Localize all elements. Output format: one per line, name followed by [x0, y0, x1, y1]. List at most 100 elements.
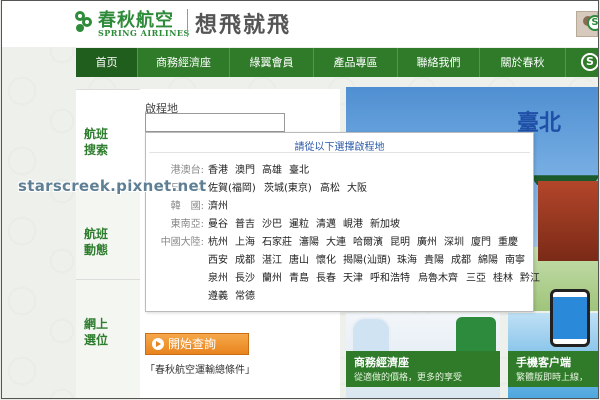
- city-option[interactable]: 瀋陽: [299, 235, 319, 251]
- city-option[interactable]: 高雄: [262, 163, 282, 179]
- nav-item-business-economy[interactable]: 商務經濟座: [138, 48, 230, 77]
- tab-label-line: 航班: [84, 127, 109, 141]
- city-option[interactable]: 廣州: [417, 235, 437, 251]
- city-option[interactable]: 香港: [208, 163, 228, 179]
- city-option[interactable]: 成都: [451, 253, 471, 269]
- city-option[interactable]: 上海: [235, 235, 255, 251]
- city-option[interactable]: 大連: [326, 235, 346, 251]
- city-option[interactable]: 茨城(東京): [264, 181, 312, 197]
- region-label: 中國大陸:: [160, 237, 204, 248]
- region-label: 韓 國:: [170, 201, 204, 212]
- watermark: starscreek.pixnet.net: [18, 177, 207, 195]
- phone-screen-illustration: [553, 297, 587, 339]
- spring-logo-icon[interactable]: [72, 9, 94, 33]
- city-option[interactable]: 清邁: [316, 217, 336, 233]
- nav-item-home[interactable]: 首页: [76, 48, 138, 77]
- brand-slogan: 想飛就飛: [195, 12, 292, 38]
- nav-item-products[interactable]: 產品專區: [314, 48, 398, 77]
- city-option[interactable]: 青島: [289, 271, 309, 287]
- search-button[interactable]: 開始查詢: [145, 333, 249, 355]
- city-option[interactable]: 沙巴: [262, 217, 282, 233]
- city-option[interactable]: 南寧: [505, 253, 525, 269]
- city-option[interactable]: 暹粒: [289, 217, 309, 233]
- city-option[interactable]: 長春: [316, 271, 336, 287]
- business-promo-subtitle: 從適做的價格，更多的享受: [354, 373, 463, 383]
- play-arrow-icon: [152, 338, 164, 350]
- nav-s-icon[interactable]: S: [581, 53, 598, 71]
- depart-field[interactable]: [145, 113, 285, 132]
- tab-flight-status[interactable]: 航班 動態: [76, 189, 140, 279]
- region-row: 西安 成都 湛江 唐山 懷化 揭陽(汕頭) 珠海 貴陽 成都 綿陽 南寧: [146, 253, 531, 269]
- city-option[interactable]: 常德: [235, 289, 255, 305]
- city-option[interactable]: 廈門: [471, 235, 491, 251]
- city-option[interactable]: 澳門: [235, 163, 255, 179]
- logo-english-name[interactable]: SPRING AIRLINES: [98, 28, 190, 38]
- city-option[interactable]: 天津: [343, 271, 363, 287]
- city-option[interactable]: 峴港: [343, 217, 363, 233]
- city-option[interactable]: 蘭州: [262, 271, 282, 287]
- city-option[interactable]: 黔江: [520, 271, 540, 287]
- region-row: 中國大陸: 杭州 上海 石家莊 瀋陽 大連 哈爾濱 昆明 廣州 深圳 廈門 重慶: [146, 235, 531, 251]
- tab-online-seat[interactable]: 網上 選位: [76, 279, 140, 398]
- business-promo-title[interactable]: 商務經濟座: [354, 354, 409, 370]
- city-option[interactable]: 昆明: [390, 235, 410, 251]
- city-option[interactable]: 懷化: [316, 253, 336, 269]
- nav-item-green-member[interactable]: 綠翼會員: [230, 48, 314, 77]
- city-option[interactable]: 揭陽(汕頭): [343, 253, 391, 269]
- city-option[interactable]: 烏魯木齊: [418, 271, 458, 287]
- region-label: 東南亞:: [170, 219, 204, 230]
- nav-item-about[interactable]: 關於春秋: [480, 48, 566, 77]
- city-option[interactable]: 杭州: [208, 235, 228, 251]
- nav-item-contact[interactable]: 聯絡我們: [398, 48, 480, 77]
- search-button-label: 開始查詢: [168, 337, 217, 351]
- city-option[interactable]: 臺北: [289, 163, 309, 179]
- depart-city-dropdown: 請從以下選擇啟程地 港澳台: 香港 澳門 高雄 臺北日 本: 佐賀(福岡) 茨城(東京) 高松…: [145, 132, 540, 312]
- city-option[interactable]: 成都: [235, 253, 255, 269]
- tab-label-line: 動態: [84, 243, 109, 257]
- app-promo-title[interactable]: 手機客户端: [516, 354, 571, 370]
- city-option[interactable]: 珠海: [397, 253, 417, 269]
- main-nav: 首页 商務經濟座 綠翼會員 產品專區 聯絡我們 關於春秋: [76, 48, 598, 77]
- s-logo-icon[interactable]: S: [587, 15, 598, 31]
- city-option[interactable]: 長沙: [235, 271, 255, 287]
- city-option[interactable]: 大阪: [347, 181, 367, 197]
- city-option[interactable]: 貴陽: [424, 253, 444, 269]
- logo-divider: [187, 9, 188, 37]
- terms-link[interactable]: 「春秋航空運輸總條件」: [145, 361, 255, 376]
- dropdown-title: 請從以下選擇啟程地: [294, 142, 385, 153]
- city-option[interactable]: 桂林: [493, 271, 513, 287]
- region-row: 東南亞: 曼谷 普吉 沙巴 暹粒 清邁 峴港 新加坡: [146, 217, 531, 233]
- city-option[interactable]: 石家莊: [262, 235, 292, 251]
- city-option[interactable]: 普吉: [235, 217, 255, 233]
- region-row: 遵義 常德: [146, 289, 531, 305]
- city-option[interactable]: 泉州: [208, 271, 228, 287]
- city-option[interactable]: 遵義: [208, 289, 228, 305]
- site-header: 春秋航空 SPRING AIRLINES 想飛就飛 S: [2, 1, 598, 47]
- city-option[interactable]: 重慶: [498, 235, 518, 251]
- app-promo-subtitle: 繁體版即時上線，: [516, 373, 589, 383]
- region-row: 韓 國: 濟州: [146, 199, 531, 215]
- city-option[interactable]: 曼谷: [208, 217, 228, 233]
- tab-label-line: 搜索: [84, 143, 109, 157]
- temple-illustration: [538, 181, 598, 261]
- city-option[interactable]: 唐山: [289, 253, 309, 269]
- city-option[interactable]: 呼和浩特: [370, 271, 410, 287]
- city-option[interactable]: 西安: [208, 253, 228, 269]
- browser-viewport: 春秋航空 SPRING AIRLINES 想飛就飛 S 首页 商務經濟座 綠翼會…: [1, 0, 599, 399]
- region-row: 泉州 長沙 蘭州 青島 長春 天津 呼和浩特 烏魯木齊 三亞 桂林 黔江: [146, 271, 540, 287]
- city-option[interactable]: 深圳: [444, 235, 464, 251]
- city-option[interactable]: 湛江: [262, 253, 282, 269]
- tab-flight-search[interactable]: 航班 搜索: [76, 89, 140, 189]
- city-option[interactable]: 新加坡: [370, 217, 400, 233]
- city-option[interactable]: 哈爾濱: [353, 235, 383, 251]
- city-option[interactable]: 佐賀(福岡): [208, 181, 256, 197]
- city-option[interactable]: 綿陽: [478, 253, 498, 269]
- tab-label-line: 航班: [84, 227, 109, 241]
- city-option[interactable]: 三亞: [466, 271, 486, 287]
- tab-label-line: 選位: [84, 333, 109, 347]
- city-option[interactable]: 濟州: [208, 199, 228, 215]
- side-tabs: 航班 搜索 航班 動態 網上 選位: [76, 89, 140, 398]
- city-option[interactable]: 高松: [320, 181, 340, 197]
- tab-label-line: 網上: [84, 317, 109, 331]
- dropdown-divider: [149, 152, 530, 153]
